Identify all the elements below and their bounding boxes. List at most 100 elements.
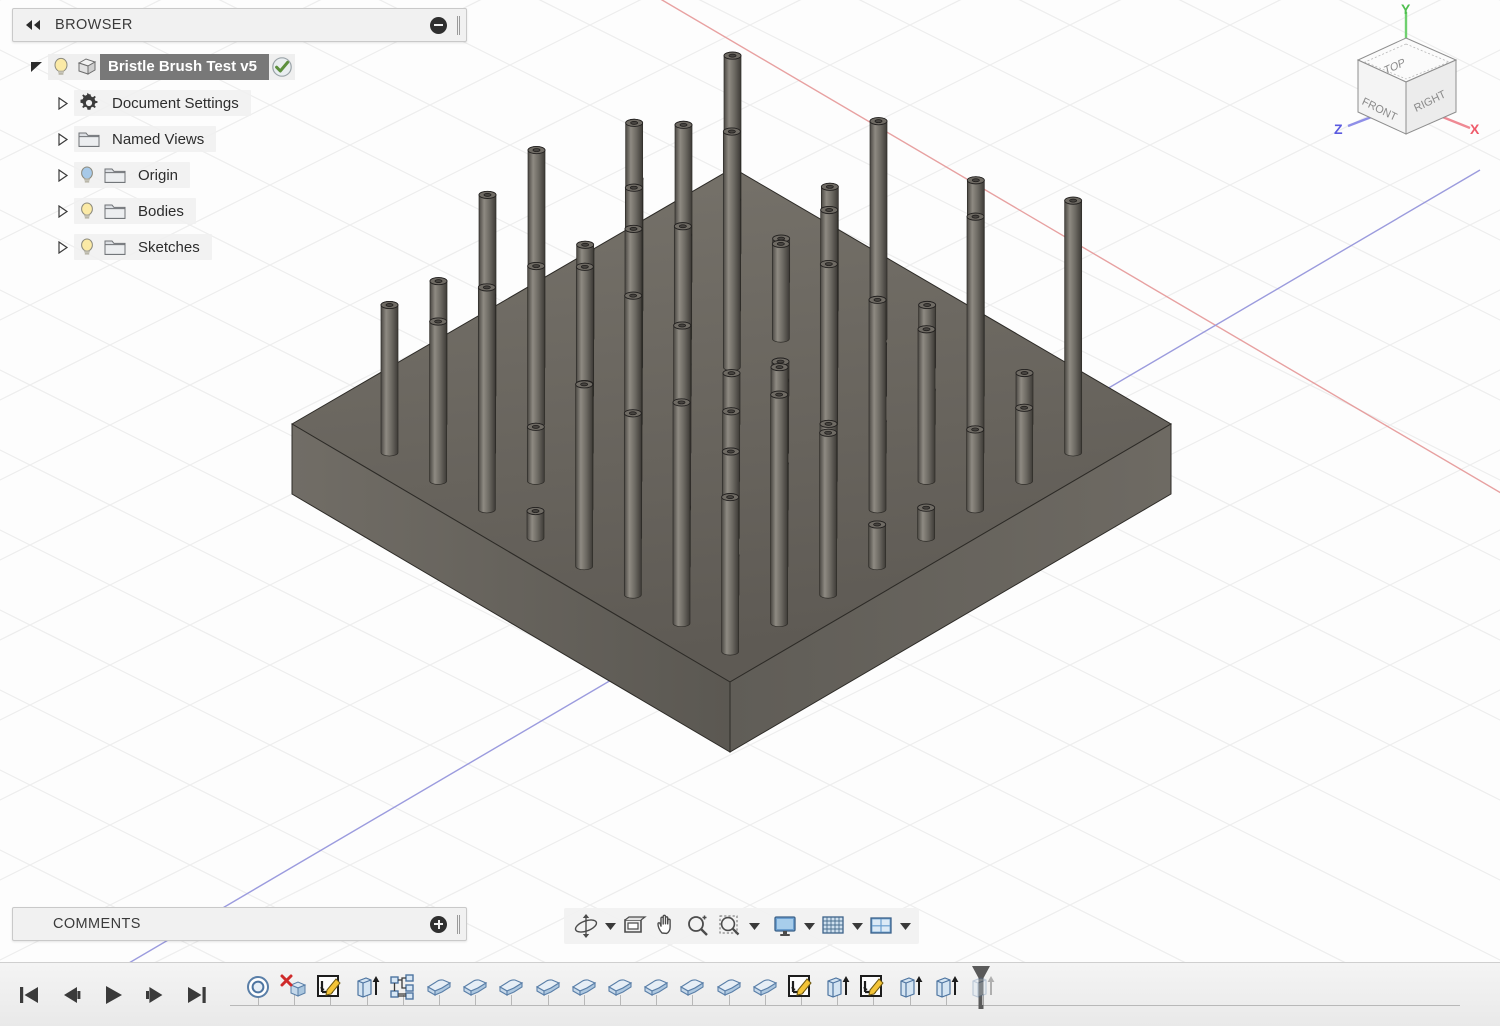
- fillet-feature-10[interactable]: [745, 967, 785, 1007]
- bristle-pin[interactable]: [623, 409, 642, 599]
- bristle-pin[interactable]: [1015, 403, 1034, 485]
- look-at-button[interactable]: [618, 911, 650, 941]
- pattern-feature[interactable]: [383, 967, 423, 1007]
- bristle-pin[interactable]: [966, 212, 985, 457]
- fillet-feature-2[interactable]: [455, 967, 495, 1007]
- twisty-collapsed-icon[interactable]: [52, 236, 74, 258]
- fusion360-window: Y X Z TOP FRONT RIGHT BROWSER Bristle Br…: [0, 0, 1500, 1026]
- fillet-feature-9[interactable]: [709, 967, 749, 1007]
- bristle-pin[interactable]: [526, 506, 545, 542]
- skip-to-start-icon[interactable]: [10, 975, 48, 1015]
- fillet-feature-1[interactable]: [419, 967, 459, 1007]
- double-chevron-left-icon[interactable]: [23, 15, 43, 35]
- bristle-pin[interactable]: [917, 503, 936, 542]
- browser-panel-title: BROWSER: [55, 17, 133, 33]
- tree-item-label: Sketches: [138, 238, 200, 256]
- twisty-collapsed-icon[interactable]: [52, 164, 74, 186]
- sketch-feature-2[interactable]: [781, 967, 821, 1007]
- orbit-button[interactable]: [570, 911, 602, 941]
- zoom-window-caret-icon[interactable]: [746, 911, 762, 941]
- bristle-pin[interactable]: [722, 127, 741, 372]
- bristle-pin[interactable]: [770, 390, 789, 628]
- bristle-pin[interactable]: [380, 300, 399, 457]
- extrude-feature-5[interactable]: [962, 967, 1002, 1007]
- folder-icon: [100, 162, 130, 188]
- viewports-button[interactable]: [865, 911, 897, 941]
- remove-feature[interactable]: [274, 967, 314, 1007]
- lightbulb-on-icon[interactable]: [48, 54, 74, 80]
- fillet-feature-7[interactable]: [636, 967, 676, 1007]
- origin-feature[interactable]: [238, 967, 278, 1007]
- panel-resize-grip[interactable]: [457, 914, 460, 934]
- lightbulb-on-icon[interactable]: [74, 234, 100, 260]
- browser-panel: BROWSER Bristle Brush Test v5 Document S…: [12, 8, 467, 268]
- folder-icon: [74, 126, 104, 152]
- view-cube[interactable]: Y X Z TOP FRONT RIGHT: [1322, 4, 1494, 144]
- green-check-icon[interactable]: [269, 54, 295, 80]
- sketch-feature-1[interactable]: [310, 967, 350, 1007]
- fillet-feature-6[interactable]: [600, 967, 640, 1007]
- bristle-pin[interactable]: [771, 239, 790, 343]
- tree-item-label: Origin: [138, 166, 179, 184]
- step-back-icon[interactable]: [52, 975, 90, 1015]
- bristle-pin[interactable]: [575, 380, 594, 571]
- bristle-pin[interactable]: [917, 325, 936, 485]
- tree-row-named-views[interactable]: Named Views: [26, 124, 467, 154]
- display-settings-caret-icon[interactable]: [801, 911, 817, 941]
- bristle-pin[interactable]: [429, 317, 448, 485]
- timeline-track[interactable]: [230, 963, 1460, 1026]
- fillet-feature-3[interactable]: [491, 967, 531, 1007]
- minimize-icon[interactable]: [430, 16, 447, 34]
- timeline-playback-controls: [0, 975, 216, 1015]
- fillet-feature-4[interactable]: [528, 967, 568, 1007]
- component-cube-icon: [74, 54, 100, 80]
- fillet-feature-8[interactable]: [672, 967, 712, 1007]
- extrude-feature-2[interactable]: [817, 967, 857, 1007]
- comments-panel: COMMENTS: [12, 907, 467, 941]
- sketch-feature-3[interactable]: [853, 967, 893, 1007]
- tree-row-document-settings[interactable]: Document Settings: [26, 88, 467, 118]
- twisty-expanded-icon[interactable]: [26, 56, 48, 78]
- tree-row-origin[interactable]: Origin: [26, 160, 467, 190]
- bristle-pin[interactable]: [819, 428, 838, 599]
- bristle-pin[interactable]: [721, 493, 740, 656]
- bristle-pin[interactable]: [868, 295, 887, 514]
- tree-item-label: Bodies: [138, 202, 184, 220]
- play-icon[interactable]: [94, 975, 132, 1015]
- lightbulb-off-icon[interactable]: [74, 162, 100, 188]
- zoom-button[interactable]: [682, 911, 714, 941]
- extrude-feature-1[interactable]: [347, 967, 387, 1007]
- orbit-caret-icon[interactable]: [602, 911, 618, 941]
- gear-icon: [74, 90, 104, 116]
- pan-button[interactable]: [650, 911, 682, 941]
- plus-circle-icon[interactable]: [430, 915, 447, 933]
- grid-snaps-caret-icon[interactable]: [849, 911, 865, 941]
- grid-snaps-button[interactable]: [817, 911, 849, 941]
- step-forward-icon[interactable]: [136, 975, 174, 1015]
- bristle-pin[interactable]: [1064, 196, 1083, 457]
- bristle-pin[interactable]: [966, 425, 985, 514]
- fillet-feature-5[interactable]: [564, 967, 604, 1007]
- display-settings-button[interactable]: [769, 911, 801, 941]
- twisty-collapsed-icon[interactable]: [52, 128, 74, 150]
- view-toolbar: [564, 908, 919, 944]
- extrude-feature-3[interactable]: [890, 967, 930, 1007]
- tree-row-root-component[interactable]: Bristle Brush Test v5: [26, 52, 467, 82]
- browser-panel-header: BROWSER: [12, 8, 467, 42]
- bristle-pin[interactable]: [868, 520, 887, 571]
- bristle-pin[interactable]: [526, 422, 545, 485]
- zoom-window-button[interactable]: [714, 911, 746, 941]
- tree-row-bodies[interactable]: Bodies: [26, 196, 467, 226]
- tree-row-sketches[interactable]: Sketches: [26, 232, 467, 262]
- viewcube-axis-z-label: Z: [1334, 121, 1343, 137]
- panel-resize-grip[interactable]: [457, 15, 460, 35]
- viewports-caret-icon[interactable]: [897, 911, 913, 941]
- bristle-pin[interactable]: [672, 398, 691, 628]
- lightbulb-on-icon[interactable]: [74, 198, 100, 224]
- twisty-collapsed-icon[interactable]: [52, 200, 74, 222]
- twisty-collapsed-icon[interactable]: [52, 92, 74, 114]
- bristle-pin[interactable]: [527, 261, 546, 428]
- bristle-pin[interactable]: [477, 283, 496, 514]
- extrude-feature-4[interactable]: [926, 967, 966, 1007]
- skip-to-end-icon[interactable]: [178, 975, 216, 1015]
